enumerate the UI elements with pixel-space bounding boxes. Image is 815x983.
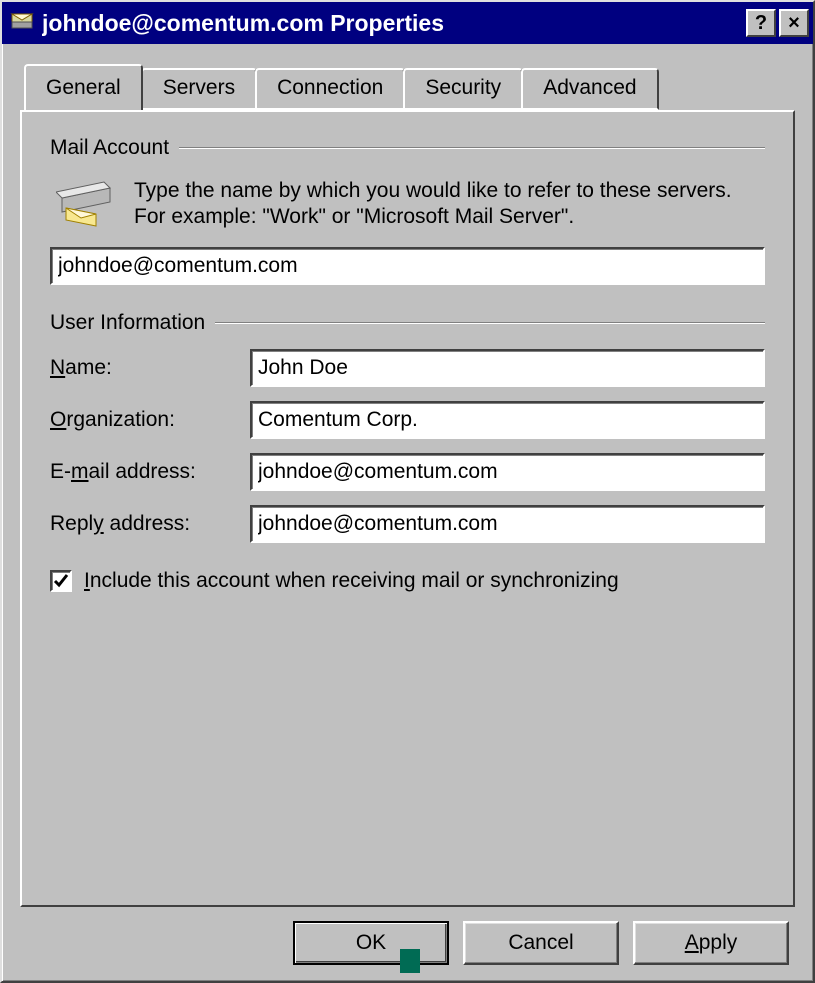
divider (179, 147, 765, 149)
email-label: E-mail address: (50, 460, 250, 484)
include-account-checkbox[interactable] (50, 570, 72, 592)
tab-strip: General Servers Connection Security Adva… (24, 64, 795, 110)
mail-account-instruction: Type the name by which you would like to… (134, 178, 765, 231)
tab-connection[interactable]: Connection (255, 68, 405, 110)
name-label: Name: (50, 356, 250, 380)
help-button[interactable]: ? (746, 9, 776, 37)
mail-account-name-input[interactable] (50, 247, 765, 285)
tab-servers[interactable]: Servers (141, 68, 257, 110)
cursor-artifact (400, 949, 420, 973)
tab-panel-general: Mail Account Type the name by which you … (20, 110, 795, 907)
close-button[interactable]: × (779, 9, 809, 37)
reply-address-label: Reply address: (50, 512, 250, 536)
mail-account-group: Mail Account Type the name by which you … (50, 136, 765, 285)
ok-button[interactable]: OK (293, 921, 449, 965)
organization-label: Organization: (50, 408, 250, 432)
cancel-button[interactable]: Cancel (463, 921, 619, 965)
tab-general[interactable]: General (24, 64, 143, 112)
apply-button[interactable]: Apply (633, 921, 789, 965)
user-info-legend: User Information (50, 311, 215, 335)
mail-server-icon (8, 6, 36, 40)
name-input[interactable] (250, 349, 765, 387)
tab-security[interactable]: Security (403, 68, 523, 110)
titlebar: johndoe@comentum.com Properties ? × (2, 2, 813, 44)
organization-input[interactable] (250, 401, 765, 439)
window-title: johndoe@comentum.com Properties (42, 10, 740, 37)
include-account-label: Include this account when receiving mail… (84, 569, 619, 593)
tab-advanced[interactable]: Advanced (521, 68, 658, 110)
checkmark-icon (53, 573, 69, 589)
mail-account-legend: Mail Account (50, 136, 179, 160)
email-input[interactable] (250, 453, 765, 491)
mail-server-icon (56, 178, 116, 228)
properties-dialog: johndoe@comentum.com Properties ? × Gene… (0, 0, 815, 983)
reply-address-input[interactable] (250, 505, 765, 543)
divider (215, 322, 765, 324)
user-information-group: User Information Name: Organization: (50, 311, 765, 543)
